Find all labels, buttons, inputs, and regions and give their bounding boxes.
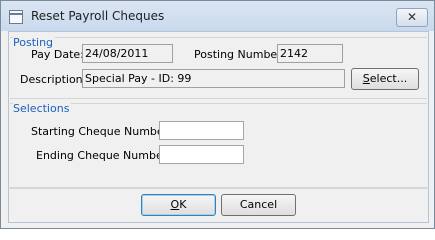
description-label: Description: (20, 73, 87, 86)
ending-cheque-input[interactable] (159, 145, 244, 164)
pay-date-field: 24/08/2011 (82, 44, 173, 63)
dialog-window: Reset Payroll Cheques ✕ Posting Pay Date… (0, 0, 435, 229)
ending-cheque-label: Ending Cheque Number: (36, 149, 171, 162)
title-bar[interactable]: Reset Payroll Cheques ✕ (1, 1, 434, 31)
ok-button[interactable]: OK (141, 194, 216, 216)
starting-cheque-label: Starting Cheque Number: (31, 125, 172, 138)
window-title: Reset Payroll Cheques (31, 9, 165, 23)
window-icon (9, 10, 23, 24)
close-button[interactable]: ✕ (396, 8, 428, 27)
description-field: Special Pay - ID: 99 (82, 69, 345, 88)
posting-number-field: 2142 (277, 44, 343, 63)
select-button-accel: S (362, 72, 370, 85)
ok-button-label: K (179, 198, 187, 211)
close-icon: ✕ (406, 10, 418, 24)
starting-cheque-input[interactable] (159, 121, 244, 140)
button-separator (9, 187, 428, 188)
select-button[interactable]: Select... (351, 68, 419, 90)
select-button-label: elect... (369, 72, 408, 85)
cancel-button[interactable]: Cancel (221, 194, 296, 216)
posting-number-label: Posting Number: (194, 48, 286, 61)
ok-button-accel: O (170, 198, 180, 211)
selections-group-title: Selections (13, 102, 72, 115)
dialog-body: Posting Pay Date: 24/08/2011 Posting Num… (8, 31, 429, 223)
pay-date-label: Pay Date: (31, 48, 84, 61)
